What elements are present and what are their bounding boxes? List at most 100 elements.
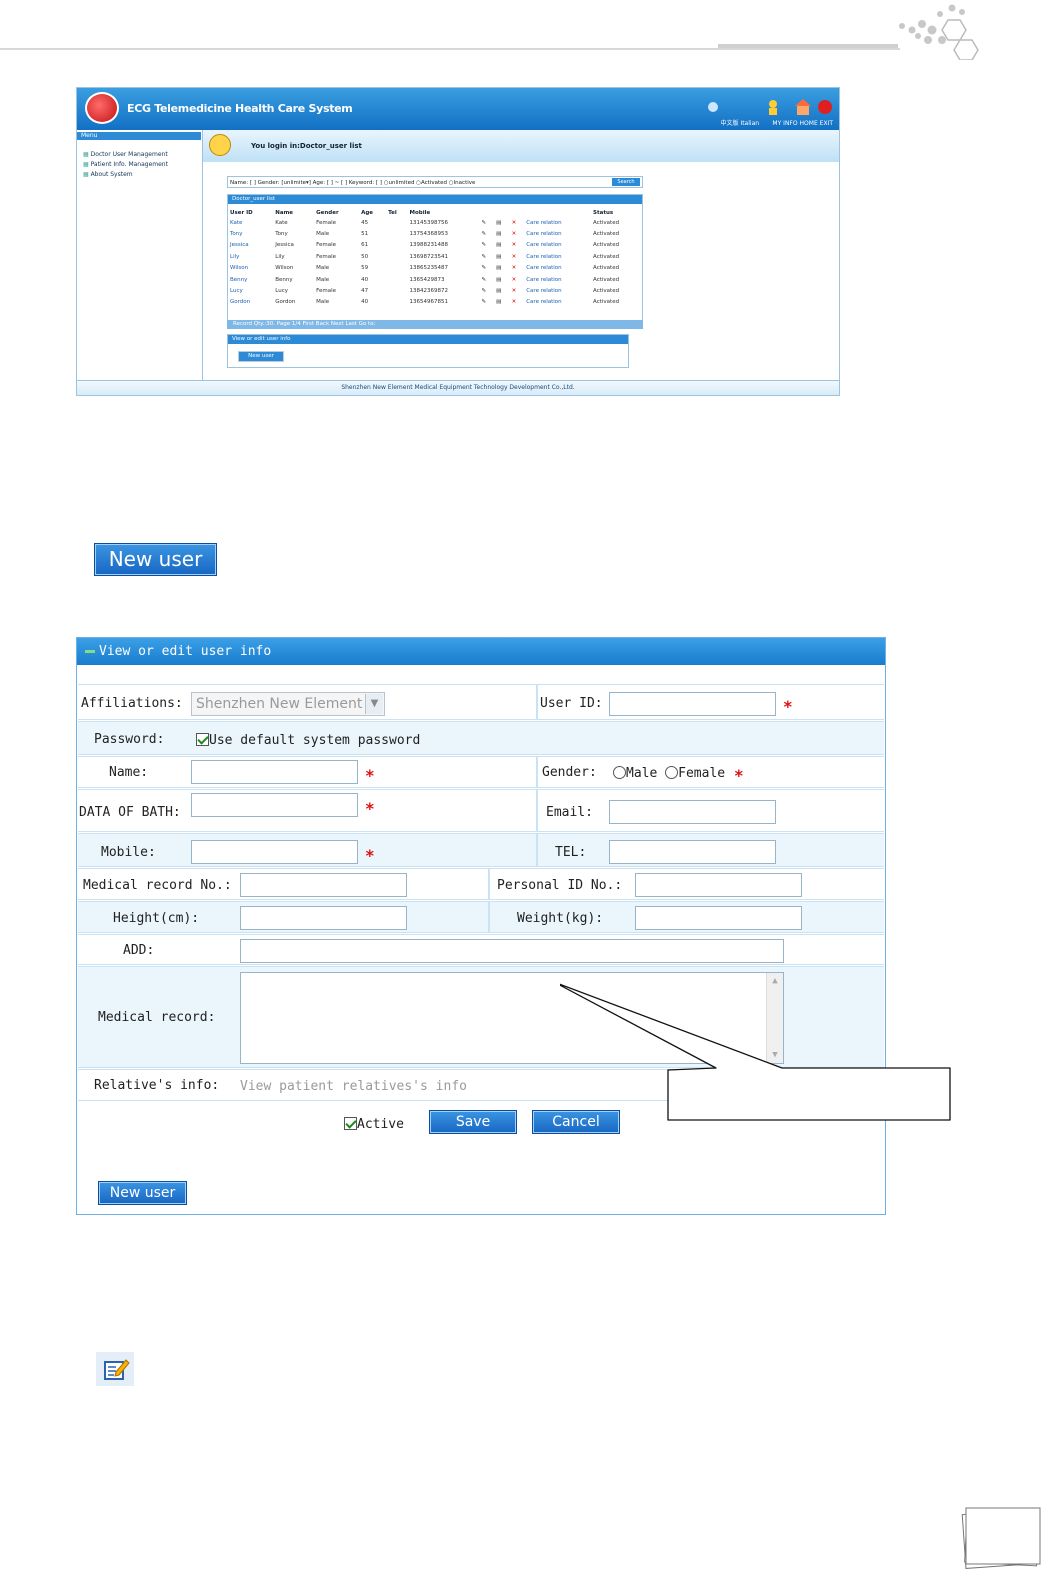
col-status: Status	[593, 209, 614, 216]
edit-icon[interactable]: ▤	[494, 251, 510, 262]
care-relation-link[interactable]: Care relation	[524, 217, 591, 228]
weight-input[interactable]	[635, 906, 802, 930]
link-my-info[interactable]: MY INFO	[772, 120, 797, 127]
delete-icon[interactable]: ✕	[510, 251, 525, 262]
edit-icon[interactable]: ▤	[494, 228, 510, 239]
tel-input[interactable]	[609, 840, 776, 864]
relatives-link[interactable]: View patient relatives's info	[240, 1079, 467, 1094]
link-home[interactable]: HOME	[800, 120, 818, 127]
link-chinese[interactable]: 中文版	[721, 120, 739, 127]
user-id-link[interactable]: Jessica	[228, 240, 273, 251]
edit-icon[interactable]: ▤	[494, 263, 510, 274]
app-screenshot-thumbnail: ECG Telemedicine Health Care System 中文版 …	[76, 87, 840, 396]
col-age: Age	[361, 209, 374, 216]
view-icon[interactable]: ✎	[479, 274, 494, 285]
care-relation-link[interactable]: Care relation	[524, 240, 591, 251]
edit-icon[interactable]: ▤	[494, 297, 510, 308]
user-name: Gordon	[275, 299, 296, 306]
medical-record-label: Medical record:	[98, 1010, 216, 1025]
link-exit[interactable]: EXIT	[820, 120, 833, 127]
care-relation-link[interactable]: Care relation	[524, 285, 591, 296]
delete-icon[interactable]: ✕	[510, 263, 525, 274]
user-age: 50	[361, 253, 369, 260]
delete-icon[interactable]: ✕	[510, 285, 525, 296]
mobile-input[interactable]	[191, 840, 358, 864]
user-name: Jessica	[275, 242, 294, 249]
view-icon[interactable]: ✎	[479, 240, 494, 251]
user-id-link[interactable]: Tony	[228, 228, 273, 239]
edit-icon[interactable]: ▤	[494, 285, 510, 296]
dob-input[interactable]	[191, 793, 358, 817]
view-icon[interactable]: ✎	[479, 217, 494, 228]
user-age: 40	[361, 299, 369, 306]
sidebar-item-about[interactable]: About System	[83, 170, 168, 180]
affiliations-select[interactable]: Shenzhen New Element M ▼	[191, 692, 385, 716]
table-row: Jessica Jessica Female 61 13988231488 ✎ ▤ ✕ Care…	[228, 240, 642, 251]
user-mobile: 1365429873	[409, 276, 445, 283]
table-row: Wilson Wilson Male 59 13865235487 ✎ ▤ ✕ Care rel…	[228, 263, 642, 274]
medical-record-no-input[interactable]	[240, 873, 407, 897]
edit-icon[interactable]: ▤	[494, 274, 510, 285]
gender-male-label[interactable]: Male	[626, 766, 657, 781]
delete-icon[interactable]: ✕	[510, 297, 525, 308]
hexagon-decoration-icon	[899, 4, 979, 60]
search-button[interactable]: Search	[612, 178, 640, 186]
care-relation-link[interactable]: Care relation	[524, 297, 591, 308]
user-id-link[interactable]: Lucy	[228, 285, 273, 296]
edit-icon[interactable]: ▤	[494, 217, 510, 228]
delete-icon[interactable]: ✕	[510, 240, 525, 251]
user-id-link[interactable]: Lily	[228, 251, 273, 262]
new-user-button[interactable]: New user	[98, 1181, 187, 1205]
view-icon[interactable]: ✎	[479, 263, 494, 274]
view-icon[interactable]: ✎	[479, 228, 494, 239]
care-relation-link[interactable]: Care relation	[524, 251, 591, 262]
care-relation-link[interactable]: Care relation	[524, 263, 591, 274]
save-button[interactable]: Save	[429, 1110, 517, 1134]
affiliations-value: Shenzhen New Element M	[196, 696, 379, 712]
user-status: Activated	[593, 242, 620, 249]
view-icon[interactable]: ✎	[479, 297, 494, 308]
user-age: 40	[361, 276, 369, 283]
personal-id-input[interactable]	[635, 873, 802, 897]
email-input[interactable]	[609, 800, 776, 824]
collapse-icon[interactable]	[85, 650, 95, 653]
delete-icon[interactable]: ✕	[510, 217, 525, 228]
user-tel	[386, 297, 407, 308]
view-icon[interactable]: ✎	[479, 285, 494, 296]
user-gender: Female	[316, 219, 337, 226]
sidebar-item-doctor-user[interactable]: Doctor User Management	[83, 150, 168, 160]
user-id-link[interactable]: Gordon	[228, 297, 273, 308]
view-icon[interactable]: ✎	[479, 251, 494, 262]
link-italian[interactable]: Italian	[740, 120, 759, 127]
height-input[interactable]	[240, 906, 407, 930]
delete-icon[interactable]: ✕	[510, 228, 525, 239]
edit-icon[interactable]: ▤	[494, 240, 510, 251]
active-checkbox[interactable]	[344, 1117, 357, 1130]
user-id-input[interactable]	[609, 692, 776, 716]
care-relation-link[interactable]: Care relation	[524, 228, 591, 239]
login-location: You login in:Doctor_user list	[251, 142, 362, 150]
search-fields[interactable]: Name: [ ] Gender: [unlimite▾] Age: [ ] ~…	[230, 180, 475, 186]
delete-icon[interactable]: ✕	[510, 274, 525, 285]
user-age: 61	[361, 242, 369, 249]
default-password-option[interactable]: Use default system password	[196, 733, 420, 748]
mini-edit-title: View or edit user info	[228, 335, 628, 344]
sidebar-item-patient-info[interactable]: Patient Info. Management	[83, 160, 168, 170]
user-tel	[386, 274, 407, 285]
app-header: ECG Telemedicine Health Care System 中文版 …	[77, 88, 839, 130]
mini-new-user-button[interactable]: New user	[238, 351, 284, 362]
col-mobile: Mobile	[409, 209, 431, 216]
gender-female-label[interactable]: Female	[678, 766, 725, 781]
mobile-label: Mobile:	[101, 845, 156, 860]
gender-male-radio[interactable]	[613, 766, 626, 779]
name-input[interactable]	[191, 760, 358, 784]
default-password-checkbox[interactable]	[196, 733, 209, 746]
user-id-link[interactable]: Kate	[228, 217, 273, 228]
new-user-button-large[interactable]: New user	[94, 543, 217, 576]
user-id-link[interactable]: Benny	[228, 274, 273, 285]
active-option[interactable]: Active	[344, 1117, 404, 1132]
care-relation-link[interactable]: Care relation	[524, 274, 591, 285]
pager[interactable]: Record Qty.:30. Page 1/4 First Back Next…	[227, 320, 643, 329]
user-id-link[interactable]: Wilson	[228, 263, 273, 274]
gender-female-radio[interactable]	[665, 766, 679, 779]
